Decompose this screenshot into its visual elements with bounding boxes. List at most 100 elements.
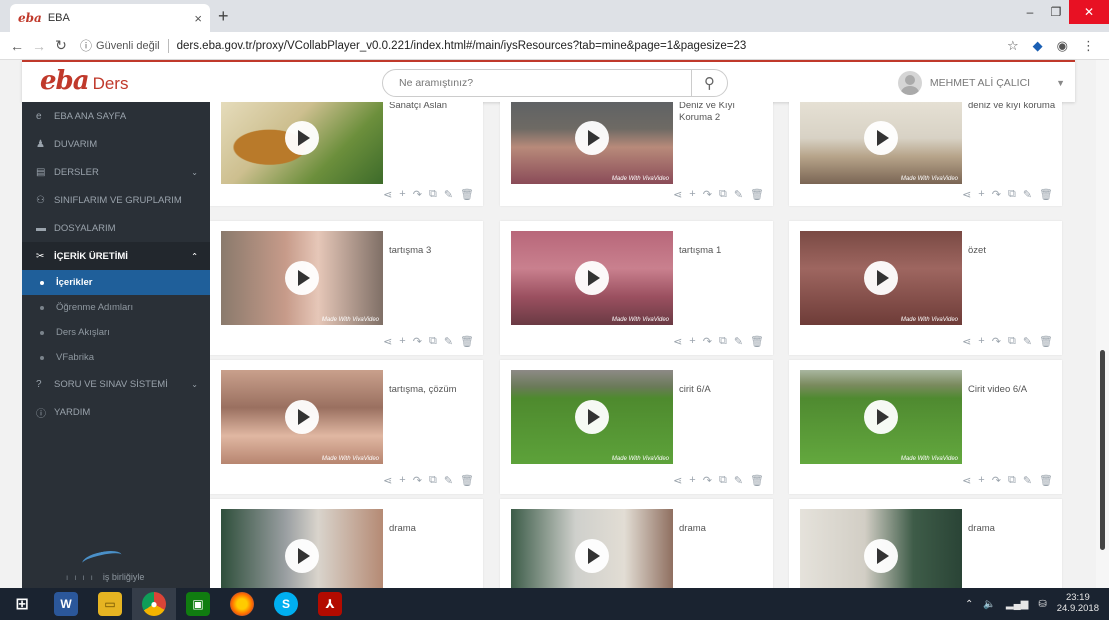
scrollbar-thumb[interactable] <box>1100 350 1105 550</box>
extension-icon[interactable]: ◆ <box>1033 38 1043 54</box>
play-icon[interactable] <box>864 400 898 434</box>
content-card[interactable]: Made With VivaVideo tartışma 1 ⋖ + ↷ ⧉ ✎ 🗑 <box>500 221 773 355</box>
info-icon[interactable]: ⓘ <box>80 37 92 54</box>
edit-icon[interactable]: ✎ <box>444 335 453 348</box>
edit-icon[interactable]: ✎ <box>1023 188 1032 201</box>
sidebar-item-siniflarim[interactable]: ⚇ SINIFLARIM VE GRUPLARIM <box>22 186 210 214</box>
tray-chevron-icon[interactable]: ⌃ <box>965 599 973 610</box>
binoculars-icon[interactable]: ⧉ <box>719 335 727 348</box>
forward-icon[interactable]: ↷ <box>992 474 1001 487</box>
forward-icon[interactable]: ↷ <box>413 474 422 487</box>
card-title[interactable]: tartışma, çözüm <box>389 384 477 396</box>
start-button[interactable]: ⊞ <box>0 588 44 620</box>
menu-dots-icon[interactable]: ⋮ <box>1082 38 1095 54</box>
browser-tab[interactable]: eba EBA × <box>10 4 210 32</box>
sidebar-item-duvarim[interactable]: ♟ DUVARIM <box>22 130 210 158</box>
play-icon[interactable] <box>285 121 319 155</box>
forward-icon[interactable]: ↷ <box>703 335 712 348</box>
url-field[interactable]: ders.eba.gov.tr/proxy/VCollabPlayer_v0.0… <box>177 40 1007 52</box>
edit-icon[interactable]: ✎ <box>1023 335 1032 348</box>
edit-icon[interactable]: ✎ <box>734 335 743 348</box>
card-title[interactable]: tartışma 1 <box>679 245 767 257</box>
card-title[interactable]: Deniz ve Kıyı Koruma 2 <box>679 102 767 124</box>
binoculars-icon[interactable]: ⧉ <box>1008 474 1016 487</box>
share-icon[interactable]: ⋖ <box>383 188 392 201</box>
page-scrollbar[interactable] <box>1096 60 1109 588</box>
forward-icon[interactable]: ↷ <box>413 188 422 201</box>
new-tab-button[interactable]: + <box>218 6 229 27</box>
sidebar-item-eba-ana-sayfa[interactable]: e EBA ANA SAYFA <box>22 102 210 130</box>
video-thumbnail[interactable]: Made With VivaVideo <box>221 370 383 464</box>
content-card[interactable]: Made With VivaVideo deniz ve kıyı koruma ⋖… <box>789 102 1062 206</box>
binoculars-icon[interactable]: ⧉ <box>1008 335 1016 348</box>
reload-button[interactable]: ↻ <box>50 37 72 54</box>
edit-icon[interactable]: ✎ <box>734 474 743 487</box>
taskbar-skype[interactable]: S <box>264 588 308 620</box>
content-card[interactable]: Made With VivaVideo tartışma, çözüm ⋖ + ↷ ⧉ ✎ 🗑 <box>210 360 483 494</box>
play-icon[interactable] <box>575 400 609 434</box>
trash-icon[interactable]: 🗑 <box>750 188 764 201</box>
trash-icon[interactable]: 🗑 <box>1039 335 1053 348</box>
maximize-button[interactable]: ❐ <box>1043 0 1069 24</box>
play-icon[interactable] <box>285 261 319 295</box>
edit-icon[interactable]: ✎ <box>734 188 743 201</box>
card-title[interactable]: Cirit video 6/A <box>968 384 1056 396</box>
chevron-down-icon[interactable]: ▼ <box>1056 78 1065 88</box>
forward-button[interactable]: → <box>28 38 50 54</box>
add-icon[interactable]: + <box>978 335 984 348</box>
video-thumbnail[interactable]: Made With VivaVideo <box>221 509 383 588</box>
trash-icon[interactable]: 🗑 <box>1039 474 1053 487</box>
taskbar-firefox[interactable] <box>220 588 264 620</box>
play-icon[interactable] <box>575 539 609 573</box>
taskbar-word[interactable]: W <box>44 588 88 620</box>
card-title[interactable]: Sanatçı Aslan <box>389 102 477 112</box>
taskbar-explorer[interactable]: ▭ <box>88 588 132 620</box>
signal-icon[interactable]: ▂▄▆ <box>1006 599 1028 610</box>
add-icon[interactable]: + <box>399 474 405 487</box>
add-icon[interactable]: + <box>399 335 405 348</box>
share-icon[interactable]: ⋖ <box>673 474 682 487</box>
play-icon[interactable] <box>575 121 609 155</box>
content-card[interactable]: Made With VivaVideo drama <box>500 499 773 588</box>
share-icon[interactable]: ⋖ <box>962 188 971 201</box>
trash-icon[interactable]: 🗑 <box>460 335 474 348</box>
trash-icon[interactable]: 🗑 <box>1039 188 1053 201</box>
share-icon[interactable]: ⋖ <box>962 474 971 487</box>
binoculars-icon[interactable]: ⧉ <box>429 335 437 348</box>
forward-icon[interactable]: ↷ <box>413 335 422 348</box>
card-title[interactable]: drama <box>679 523 767 535</box>
card-title[interactable]: deniz ve kıyı koruma <box>968 102 1056 112</box>
video-thumbnail[interactable]: Made With VivaVideo <box>800 102 962 184</box>
sidebar-subitem-icerikler[interactable]: İçerikler <box>22 270 210 295</box>
video-thumbnail[interactable]: Made With VivaVideo <box>221 231 383 325</box>
card-title[interactable]: özet <box>968 245 1056 257</box>
profile-icon[interactable]: ◉ <box>1057 38 1068 54</box>
card-title[interactable]: tartışma 3 <box>389 245 477 257</box>
add-icon[interactable]: + <box>689 188 695 201</box>
trash-icon[interactable]: 🗑 <box>750 474 764 487</box>
sidebar-item-dosyalarim[interactable]: ▬ DOSYALARIM <box>22 214 210 242</box>
card-title[interactable]: drama <box>389 523 477 535</box>
video-thumbnail[interactable]: Made With VivaVideo <box>511 102 673 184</box>
content-card[interactable]: Made With VivaVideo cirit 6/A ⋖ + ↷ ⧉ ✎ 🗑 <box>500 360 773 494</box>
sidebar-item-yardim[interactable]: ⓘ YARDIM <box>22 398 210 426</box>
video-thumbnail[interactable]: Made With VivaVideo <box>800 231 962 325</box>
binoculars-icon[interactable]: ⧉ <box>719 188 727 201</box>
video-thumbnail[interactable]: Made With VivaVideo <box>511 231 673 325</box>
forward-icon[interactable]: ↷ <box>703 188 712 201</box>
sidebar-item-soru-sinav[interactable]: ? SORU VE SINAV SİSTEMİ ⌄ <box>22 370 210 398</box>
search-input[interactable] <box>399 77 691 89</box>
add-icon[interactable]: + <box>689 474 695 487</box>
search-icon[interactable]: ⚲ <box>691 70 727 96</box>
sidebar-subitem-ders-akislari[interactable]: Ders Akışları <box>22 320 210 345</box>
binoculars-icon[interactable]: ⧉ <box>429 188 437 201</box>
back-button[interactable]: ← <box>6 38 28 54</box>
video-thumbnail[interactable]: Made With VivaVideo <box>800 370 962 464</box>
content-card[interactable]: Made With VivaVideo drama <box>210 499 483 588</box>
forward-icon[interactable]: ↷ <box>992 335 1001 348</box>
tab-close-icon[interactable]: × <box>194 11 202 26</box>
share-icon[interactable]: ⋖ <box>383 474 392 487</box>
add-icon[interactable]: + <box>978 474 984 487</box>
edit-icon[interactable]: ✎ <box>444 474 453 487</box>
binoculars-icon[interactable]: ⧉ <box>719 474 727 487</box>
